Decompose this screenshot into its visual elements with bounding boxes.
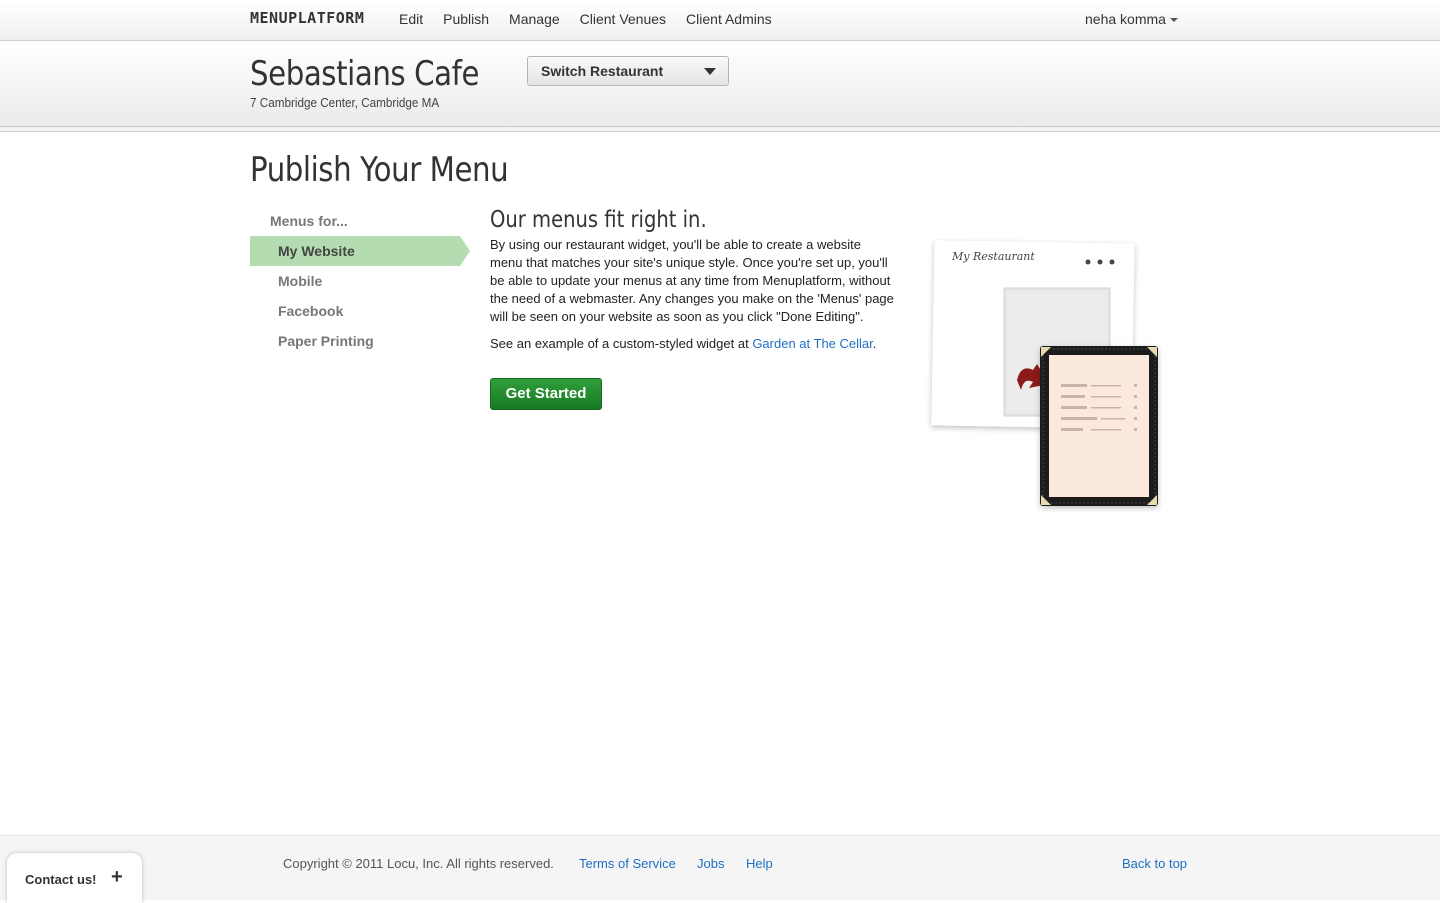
restaurant-address: 7 Cambridge Center, Cambridge MA — [250, 95, 440, 110]
back-to-top-link[interactable]: Back to top — [1122, 856, 1187, 871]
main-nav: Edit Publish Manage Client Venues Client… — [389, 11, 782, 27]
example-suffix: . — [872, 336, 877, 351]
plus-icon: + — [111, 866, 123, 888]
get-started-button[interactable]: Get Started — [490, 378, 602, 410]
sidebar-item-paper-printing[interactable]: Paper Printing — [250, 326, 470, 356]
user-menu[interactable]: neha komma — [1085, 11, 1178, 27]
contact-us-label: Contact us! — [25, 872, 97, 887]
nav-client-venues[interactable]: Client Venues — [580, 11, 666, 27]
brand-logo[interactable]: MENUPLATFORM — [250, 9, 364, 27]
sidebar-item-facebook[interactable]: Facebook — [250, 296, 470, 326]
sidebar-item-mobile[interactable]: Mobile — [250, 266, 470, 296]
nav-publish[interactable]: Publish — [443, 11, 489, 27]
restaurant-header: Sebastians Cafe 7 Cambridge Center, Camb… — [0, 41, 1440, 127]
nav-edit[interactable]: Edit — [399, 11, 423, 27]
top-navbar: MENUPLATFORM Edit Publish Manage Client … — [0, 0, 1440, 41]
sidebar-item-my-website[interactable]: My Website — [250, 236, 470, 266]
dropdown-arrow-icon — [704, 68, 716, 75]
caret-down-icon — [1169, 18, 1178, 22]
contact-us-tab[interactable]: Contact us! + — [7, 853, 142, 903]
main-content: Our menus fit right in. By using our res… — [490, 206, 895, 410]
menus-sidebar: Menus for... My Website Mobile Facebook … — [250, 206, 470, 356]
illustration-title: My Restaurant — [951, 250, 1035, 263]
user-name: neha komma — [1085, 11, 1166, 27]
copyright: Copyright © 2011 Locu, Inc. All rights r… — [283, 856, 554, 871]
header-divider — [0, 127, 1440, 132]
widget-illustration: My Restaurant — [925, 238, 1165, 513]
footer-link-jobs[interactable]: Jobs — [697, 856, 724, 871]
restaurant-name: Sebastians Cafe — [250, 54, 480, 94]
nav-client-admins[interactable]: Client Admins — [686, 11, 772, 27]
footer: Copyright © 2011 Locu, Inc. All rights r… — [0, 835, 1440, 900]
widget-illustration-graphic: My Restaurant — [931, 240, 1158, 506]
example-link[interactable]: Garden at The Cellar — [752, 336, 872, 351]
nav-manage[interactable]: Manage — [509, 11, 560, 27]
page-title: Publish Your Menu — [250, 150, 509, 190]
section-heading: Our menus fit right in. — [490, 207, 707, 233]
switch-restaurant-dropdown[interactable]: Switch Restaurant — [527, 56, 729, 86]
footer-link-help[interactable]: Help — [746, 856, 773, 871]
section-description: By using our restaurant widget, you'll b… — [490, 237, 894, 324]
example-prefix: See an example of a custom-styled widget… — [490, 336, 753, 351]
footer-link-terms[interactable]: Terms of Service — [579, 856, 676, 871]
switch-restaurant-label: Switch Restaurant — [541, 63, 664, 79]
sidebar-heading: Menus for... — [270, 213, 348, 229]
example-text: See an example of a custom-styled widget… — [490, 335, 895, 353]
